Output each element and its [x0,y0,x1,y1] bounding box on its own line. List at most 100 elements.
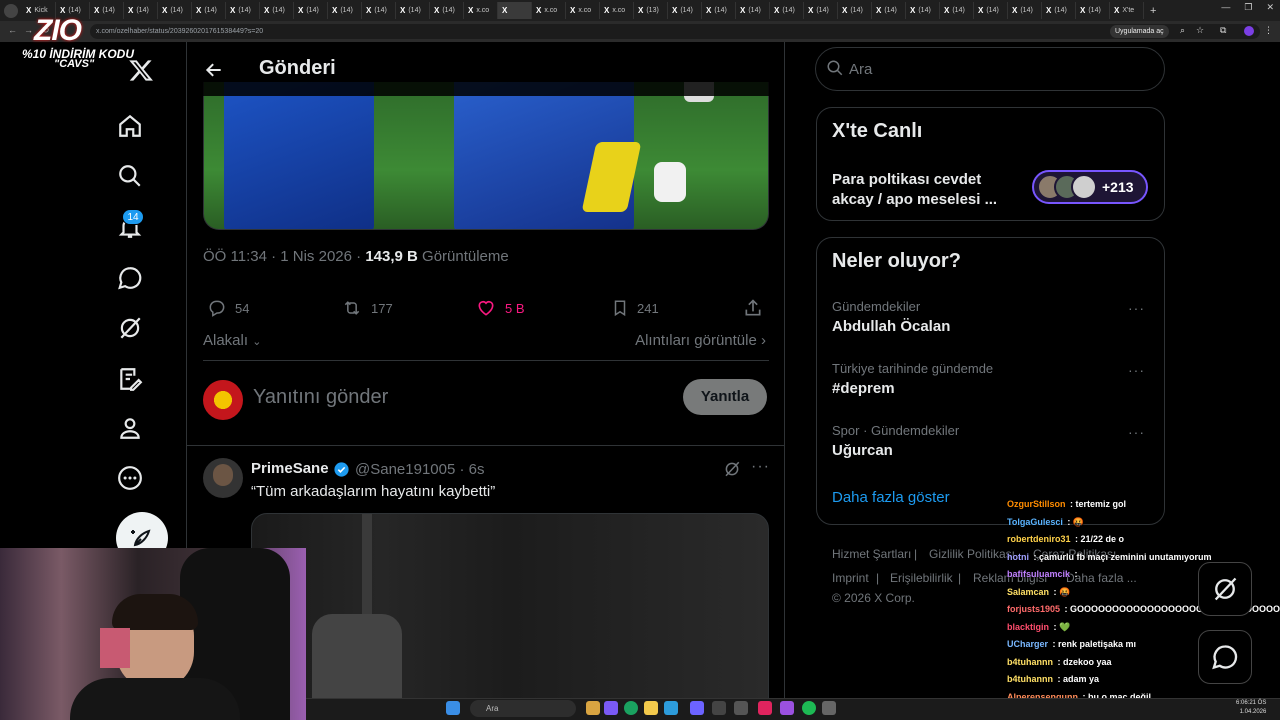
browser-tab[interactable]: X (14) [430,2,464,19]
reply-action[interactable]: 54 [207,298,249,318]
discord-icon[interactable] [690,701,704,715]
trend-more-icon[interactable]: ··· [1128,362,1145,378]
post-timestamp[interactable]: ÖÖ 11:34 · 1 Nis 2026 · [203,248,365,265]
chat-username[interactable]: hotni [1007,552,1029,562]
share-action[interactable] [743,298,763,318]
home-nav-icon[interactable] [115,111,145,141]
chat-username[interactable]: OzgurStillson [1007,499,1066,509]
browser-tab[interactable]: Xx.co [566,2,600,19]
browser-tab[interactable]: X (14) [192,2,226,19]
footer-link[interactable]: Hizmet Şartları [832,547,911,561]
profile-nav-icon[interactable] [115,413,145,443]
trend-name[interactable]: #deprem [832,380,895,397]
live-listeners-pill[interactable]: +213 [1032,170,1148,204]
chat-username[interactable]: bafifsuluamcik [1007,569,1070,579]
browser-tab[interactable]: X (14) [396,2,430,19]
back-icon[interactable]: ← [8,25,17,35]
more-nav-icon[interactable] [115,463,145,493]
sort-dropdown[interactable]: Alakalı ⌄ [203,332,261,349]
browser-tab[interactable]: X (14) [1008,2,1042,19]
open-in-app-button[interactable]: Uygulamada aç [1110,25,1169,38]
browser-tab[interactable]: X (14) [906,2,940,19]
url-field[interactable]: x.com/ozelhaber/status/20392602017615384… [90,24,1260,39]
browser-tab[interactable]: X (14) [940,2,974,19]
repost-action[interactable]: 177 [341,298,393,318]
browser-tab[interactable]: Xx.co [532,2,566,19]
messages-floating-button[interactable] [1198,630,1252,684]
footer-link[interactable]: Gizlilik Politikası [929,547,1015,561]
x-logo-icon[interactable] [128,58,155,83]
browser-tab[interactable]: X (14) [90,2,124,19]
grok-icon[interactable] [723,460,741,478]
forward-icon[interactable]: → [24,25,33,35]
search-nav-icon[interactable] [115,161,145,191]
close-window-icon[interactable]: ✕ [1266,2,1274,13]
taskbar-app-icon[interactable] [664,701,678,715]
zoom-icon[interactable]: ⌕ [1180,25,1185,36]
browser-tab[interactable]: X (14) [1076,2,1110,19]
chat-username[interactable]: TolgaGulesci [1007,517,1063,527]
browser-tab[interactable]: X (14) [804,2,838,19]
more-options-icon[interactable]: ··· [751,458,770,476]
spotify-icon[interactable] [802,701,816,715]
trend-more-icon[interactable]: ··· [1128,300,1145,316]
taskbar-app-icon[interactable] [780,701,794,715]
footer-link[interactable]: Erişilebilirlik [890,571,953,585]
chrome-icon[interactable] [624,701,638,715]
browser-tab[interactable]: X X'te [1110,2,1144,19]
browser-tab[interactable]: X (14) [702,2,736,19]
system-clock[interactable]: 6:06:21 ÖS 1.04.2026 [1236,699,1266,717]
reply-author-handle[interactable]: @Sane191005 · 6s [355,461,485,478]
reply-button[interactable]: Yanıtla [683,379,767,415]
extensions-icon[interactable]: ⧉ [1220,25,1226,36]
minimize-icon[interactable]: — [1221,2,1230,13]
chat-username[interactable]: blacktigin [1007,622,1049,632]
grok-nav-icon[interactable] [115,313,145,343]
taskbar-app-icon[interactable] [758,701,772,715]
back-arrow-icon[interactable] [204,60,224,80]
browser-tab[interactable]: X (14) [362,2,396,19]
browser-tab[interactable]: Xx.co [464,2,498,19]
new-tab-icon[interactable]: + [1150,5,1156,17]
browser-tab[interactable]: X (14) [260,2,294,19]
taskbar-app-icon[interactable] [822,701,836,715]
trend-name[interactable]: Abdullah Öcalan [832,318,950,335]
like-action[interactable]: 5 B [475,298,525,318]
chat-username[interactable]: forjusts1905 [1007,604,1060,614]
browser-tab[interactable]: X (14) [668,2,702,19]
browser-tab[interactable]: X (14) [226,2,260,19]
taskbar-app-icon[interactable] [734,701,748,715]
messages-nav-icon[interactable] [115,263,145,293]
trend-more-icon[interactable]: ··· [1128,424,1145,440]
taskbar-app-icon[interactable] [604,701,618,715]
chat-username[interactable]: Salamcan [1007,587,1049,597]
post-image[interactable] [203,82,769,230]
restore-icon[interactable]: ❐ [1244,2,1252,13]
chat-username[interactable]: b4tuhannn [1007,674,1053,684]
reply-input[interactable]: Yanıtını gönder [253,386,388,409]
reply-media[interactable] [251,513,769,720]
chat-username[interactable]: b4tuhannn [1007,657,1053,667]
user-avatar[interactable] [203,380,243,420]
articles-nav-icon[interactable] [115,364,145,394]
browser-tab[interactable]: X (14) [124,2,158,19]
browser-tab[interactable]: Xx.co [600,2,634,19]
browser-tab[interactable]: X (14) [770,2,804,19]
file-explorer-icon[interactable] [644,701,658,715]
view-quotes-link[interactable]: Alıntıları görüntüle › [635,332,766,349]
menu-icon[interactable]: ⋮ [1264,25,1273,36]
browser-tab[interactable]: X (14) [872,2,906,19]
tab-search-icon[interactable] [4,3,18,18]
browser-tab[interactable]: X [498,2,532,19]
chat-username[interactable]: UCharger [1007,639,1048,649]
browser-tab[interactable]: X (14) [838,2,872,19]
profile-avatar[interactable] [1244,26,1254,36]
browser-tab[interactable]: X (14) [158,2,192,19]
show-more-link[interactable]: Daha fazla göster [832,489,950,506]
browser-tab[interactable]: X (14) [294,2,328,19]
taskbar-search[interactable]: Ara [470,700,576,717]
reply-author-name[interactable]: PrimeSane [251,460,329,477]
browser-tab[interactable]: X (14) [328,2,362,19]
footer-link[interactable]: Imprint [832,571,869,585]
bookmark-star-icon[interactable]: ☆ [1196,25,1204,36]
